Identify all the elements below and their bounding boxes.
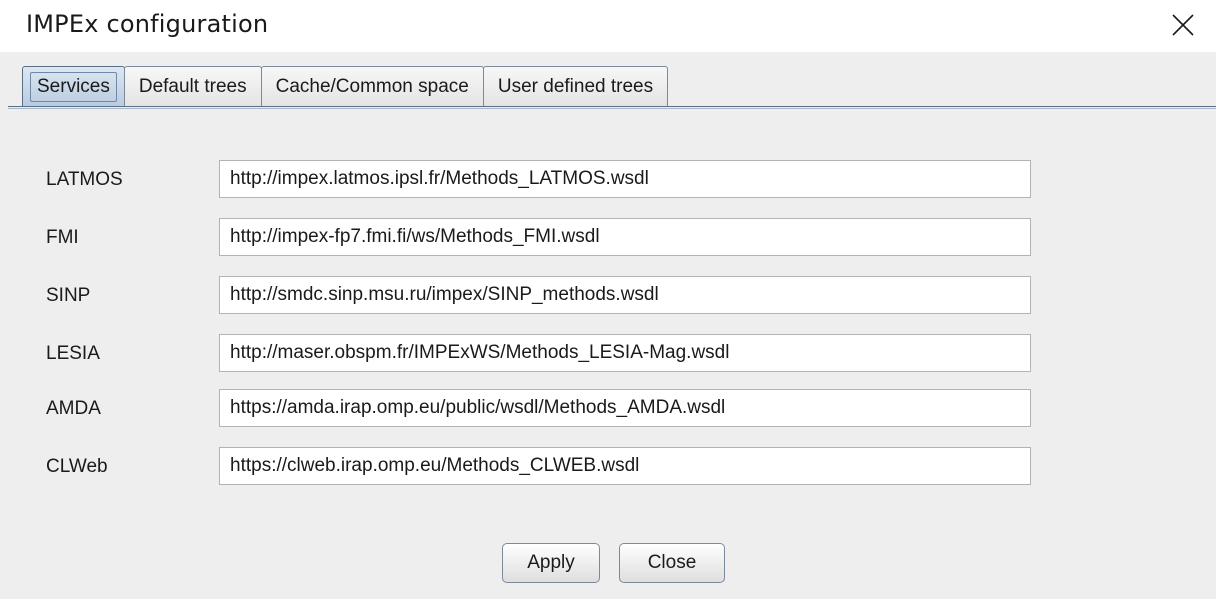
tab-bar: Services Default trees Cache/Common spac…	[22, 66, 669, 107]
service-row-amda: AMDA	[46, 389, 1032, 429]
close-x-icon[interactable]	[1170, 12, 1196, 38]
amda-url-field[interactable]	[219, 389, 1031, 427]
tab-user-defined-trees[interactable]: User defined trees	[482, 66, 669, 106]
tab-label: Services	[30, 72, 117, 102]
tab-default-trees[interactable]: Default trees	[123, 66, 262, 106]
service-label: FMI	[46, 227, 79, 248]
fmi-url-field[interactable]	[219, 218, 1031, 256]
lesia-url-field[interactable]	[219, 334, 1031, 372]
service-label: LATMOS	[46, 169, 123, 190]
apply-button[interactable]: Apply	[502, 543, 600, 583]
close-button[interactable]: Close	[619, 543, 725, 583]
tab-divider-highlight	[8, 108, 1216, 109]
config-dialog: Services Default trees Cache/Common spac…	[0, 52, 1216, 599]
service-row-lesia: LESIA	[46, 334, 1032, 374]
service-row-fmi: FMI	[46, 218, 1032, 258]
service-row-clweb: CLWeb	[46, 447, 1032, 487]
sinp-url-field[interactable]	[219, 276, 1031, 314]
tab-services[interactable]: Services	[22, 66, 125, 107]
tab-cache-common-space[interactable]: Cache/Common space	[260, 66, 484, 106]
service-row-latmos: LATMOS	[46, 160, 1032, 200]
window-title: IMPEx configuration	[26, 10, 269, 38]
window-titlebar: IMPEx configuration	[0, 0, 1216, 52]
tab-label: Default trees	[138, 75, 247, 97]
latmos-url-field[interactable]	[219, 160, 1031, 198]
service-label: LESIA	[46, 343, 100, 364]
tab-label: Cache/Common space	[275, 75, 469, 97]
service-label: CLWeb	[46, 456, 108, 477]
service-label: AMDA	[46, 398, 101, 419]
clweb-url-field[interactable]	[219, 447, 1031, 485]
service-label: SINP	[46, 285, 91, 306]
tab-label: User defined trees	[497, 75, 654, 97]
service-row-sinp: SINP	[46, 276, 1032, 316]
tab-divider	[8, 106, 1216, 107]
